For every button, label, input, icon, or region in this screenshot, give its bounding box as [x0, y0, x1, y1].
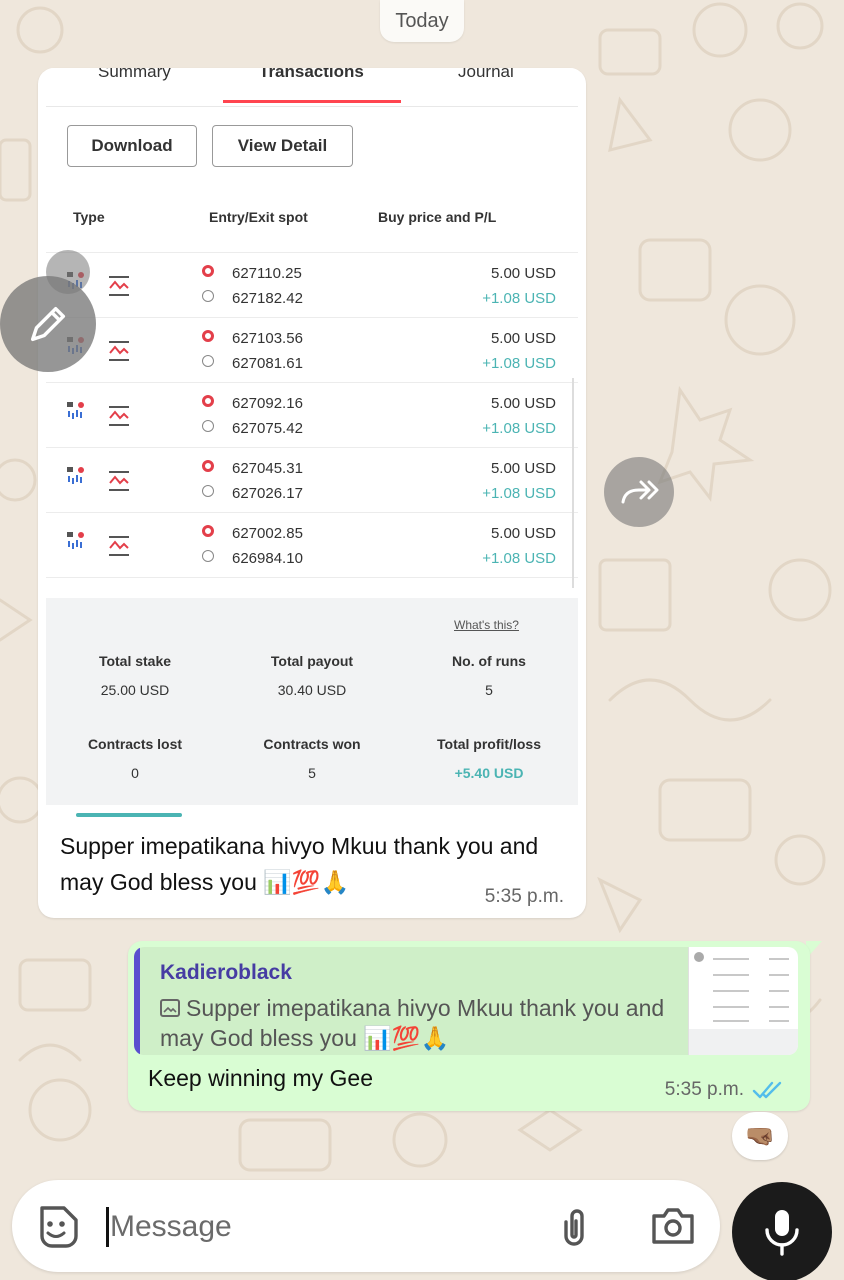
total-payout-value: 30.40 USD	[277, 682, 347, 698]
voice-record-button[interactable]	[732, 1182, 832, 1280]
transaction-row: 627002.85 626984.10 5.00 USD +1.08 USD	[46, 513, 578, 578]
quote-author: Kadieroblack	[160, 961, 292, 984]
profit-loss: +1.08 USD	[482, 355, 556, 372]
total-stake-value: 25.00 USD	[100, 682, 170, 698]
trade-type-icon	[67, 532, 84, 549]
entry-spot-marker	[202, 525, 214, 537]
date-chip: Today	[380, 0, 464, 42]
total-payout-label: Total payout	[270, 653, 354, 669]
chart-icon	[109, 341, 129, 361]
runs-value: 5	[485, 682, 493, 698]
entry-spot-marker	[202, 265, 214, 277]
buy-price: 5.00 USD	[490, 460, 556, 477]
contracts-won-value: 5	[308, 765, 316, 781]
incoming-message-bubble[interactable]: Summary Transactions Journal Download Vi…	[38, 68, 586, 918]
exit-spot: 627182.42	[232, 290, 303, 307]
profit-loss: +1.08 USD	[482, 485, 556, 502]
exit-spot: 627075.42	[232, 420, 303, 437]
quote-text: Supper imepatikana hivyo Mkuu thank you …	[160, 993, 680, 1053]
view-detail-button: View Detail	[212, 125, 353, 167]
edit-button[interactable]	[0, 276, 96, 372]
buy-price: 5.00 USD	[490, 395, 556, 412]
chart-icon	[109, 276, 129, 296]
chart-icon	[109, 471, 129, 491]
exit-spot-marker	[202, 355, 214, 367]
exit-spot: 627026.17	[232, 485, 303, 502]
column-spot: Entry/Exit spot	[209, 209, 308, 225]
entry-spot-marker	[202, 395, 214, 407]
outgoing-message-bubble[interactable]: Kadieroblack Supper imepatikana hivyo Mk…	[128, 941, 810, 1111]
total-stake-label: Total stake	[98, 653, 172, 669]
tab-journal: Journal	[458, 68, 514, 81]
double-check-icon	[752, 1081, 782, 1099]
edit-pencil-icon	[30, 306, 66, 342]
download-button: Download	[67, 125, 197, 167]
forward-icon	[621, 480, 659, 504]
exit-spot: 626984.10	[232, 550, 303, 567]
total-profit-label: Total profit/loss	[437, 736, 541, 752]
active-tab-indicator	[223, 100, 401, 103]
buy-price: 5.00 USD	[490, 525, 556, 542]
quote-accent-bar	[134, 947, 140, 1055]
profit-loss: +1.08 USD	[482, 550, 556, 567]
mic-icon	[765, 1210, 799, 1256]
summary-panel: What's this? Total stake 25.00 USD Total…	[46, 598, 578, 805]
tab-summary: Summary	[98, 68, 171, 81]
quoted-message[interactable]: Kadieroblack Supper imepatikana hivyo Mk…	[134, 947, 798, 1055]
column-price: Buy price and P/L	[378, 209, 497, 225]
screenshot-tabs: Summary Transactions Journal	[46, 68, 578, 106]
contracts-won-label: Contracts won	[263, 736, 361, 752]
entry-spot: 627045.31	[232, 460, 303, 477]
contracts-lost-value: 0	[131, 765, 139, 781]
divider	[46, 106, 578, 107]
trade-type-icon	[67, 467, 84, 484]
forward-button[interactable]	[604, 457, 674, 527]
transaction-row: 627045.31 627026.17 5.00 USD +1.08 USD	[46, 448, 578, 513]
message-input[interactable]	[110, 1204, 530, 1250]
message-composer	[12, 1180, 720, 1272]
scroll-track	[572, 378, 574, 588]
chart-icon	[109, 406, 129, 426]
profit-loss: +1.08 USD	[482, 420, 556, 437]
exit-spot: 627081.61	[232, 355, 303, 372]
entry-spot: 627110.25	[232, 265, 302, 282]
image-icon	[160, 999, 180, 1017]
quote-thumbnail	[688, 947, 798, 1055]
entry-spot-marker	[202, 460, 214, 472]
buy-price: 5.00 USD	[490, 265, 556, 282]
total-profit-value: +5.40 USD	[454, 765, 524, 781]
tab-transactions: Transactions	[259, 68, 364, 81]
entry-spot: 627002.85	[232, 525, 303, 542]
exit-spot-marker	[202, 485, 214, 497]
reaction-badge[interactable]: 🤜🏽	[732, 1112, 788, 1160]
quote-text-content: Supper imepatikana hivyo Mkuu thank you …	[160, 995, 665, 1051]
transaction-row: 627103.56 627081.61 5.00 USD +1.08 USD	[46, 318, 578, 383]
horizontal-scroll-indicator	[76, 813, 182, 817]
contracts-lost-label: Contracts lost	[87, 736, 183, 752]
text-cursor	[106, 1207, 109, 1247]
entry-spot: 627092.16	[232, 395, 303, 412]
profit-loss: +1.08 USD	[482, 290, 556, 307]
transaction-row: 627110.25 627182.42 5.00 USD +1.08 USD	[46, 253, 578, 318]
message-text: Keep winning my Gee	[148, 1065, 374, 1091]
runs-label: No. of runs	[452, 653, 526, 669]
exit-spot-marker	[202, 290, 214, 302]
transaction-row: 627092.16 627075.42 5.00 USD +1.08 USD	[46, 383, 578, 448]
entry-spot-marker	[202, 330, 214, 342]
buy-price: 5.00 USD	[490, 330, 556, 347]
exit-spot-marker	[202, 550, 214, 562]
sticker-icon[interactable]	[34, 1204, 80, 1250]
message-time: 5:35 p.m.	[484, 886, 564, 907]
exit-spot-marker	[202, 420, 214, 432]
entry-spot: 627103.56	[232, 330, 303, 347]
chart-icon	[109, 536, 129, 556]
trade-type-icon	[67, 402, 84, 419]
column-type: Type	[73, 209, 105, 225]
whats-this-link: What's this?	[454, 618, 519, 632]
message-time: 5:35 p.m.	[664, 1079, 744, 1100]
attach-icon[interactable]	[552, 1202, 596, 1250]
shared-screenshot[interactable]: Summary Transactions Journal Download Vi…	[46, 68, 578, 818]
camera-icon[interactable]	[650, 1204, 696, 1248]
